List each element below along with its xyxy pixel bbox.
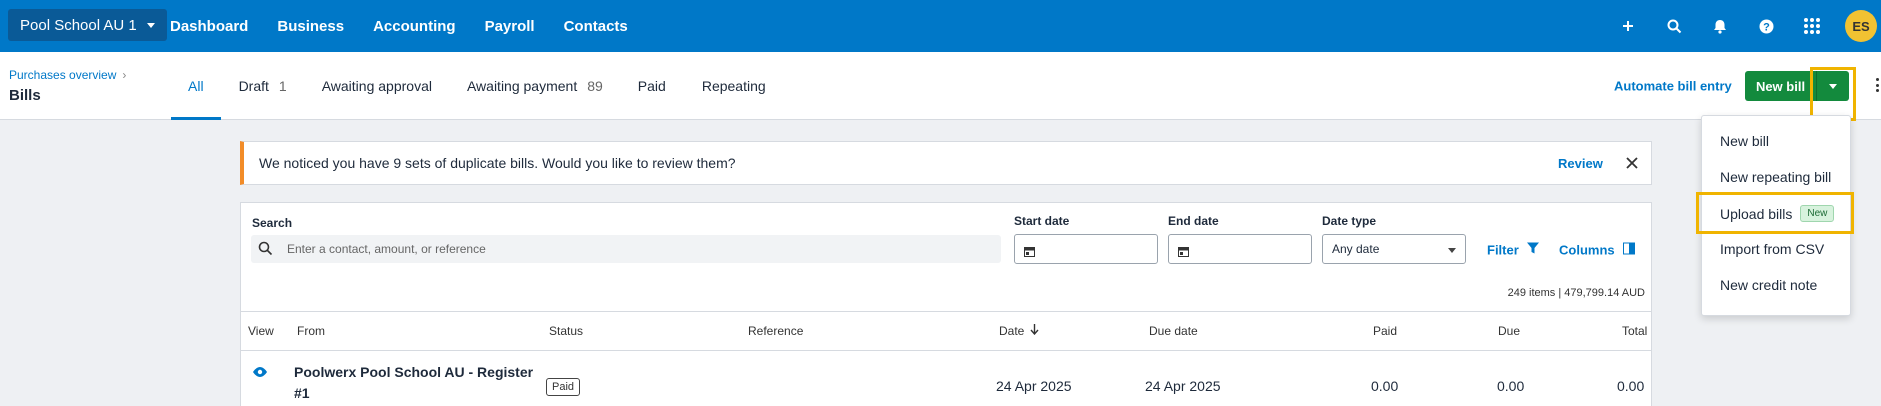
tab-label: Repeating <box>701 78 766 94</box>
tab-label: All <box>188 78 204 94</box>
column-header-paid[interactable]: Paid <box>1373 324 1397 338</box>
chevron-right-icon: › <box>122 68 127 82</box>
breadcrumb[interactable]: Purchases overview › <box>9 68 126 82</box>
column-header-date-label: Date <box>999 324 1025 338</box>
column-header-reference[interactable]: Reference <box>748 324 803 338</box>
bill-date: 24 Apr 2025 <box>996 378 1072 394</box>
bill-from[interactable]: Poolwerx Pool School AU - Register #1 <box>294 362 534 404</box>
tab-label: Awaiting approval <box>321 78 432 94</box>
nav-contacts[interactable]: Contacts <box>564 18 628 35</box>
tab-paid[interactable]: Paid <box>638 52 666 120</box>
columns-button[interactable]: Columns <box>1559 242 1635 258</box>
column-header-from[interactable]: From <box>297 324 325 338</box>
menu-item-new-credit-note[interactable]: New credit note <box>1720 277 1817 293</box>
bill-due: 0.00 <box>1497 378 1525 394</box>
avatar: ES <box>1845 10 1877 42</box>
split-button-highlight <box>1810 67 1856 121</box>
column-header-date[interactable]: Date <box>999 324 1039 338</box>
upload-bills-highlight <box>1696 192 1854 234</box>
tab-awaiting-approval[interactable]: Awaiting approval <box>322 52 432 120</box>
menu-item-new-bill[interactable]: New bill <box>1720 133 1769 149</box>
bill-tabs: All Draft 1 Awaiting approval Awaiting p… <box>171 52 766 120</box>
tab-label: Paid <box>637 78 666 94</box>
nav-dashboard[interactable]: Dashboard <box>170 18 248 35</box>
status-badge: Paid <box>546 378 581 396</box>
help-icon[interactable]: ? <box>1743 0 1789 52</box>
menu-item-new-repeating-bill[interactable]: New repeating bill <box>1720 169 1831 185</box>
items-summary: 249 items | 479,799.14 AUD <box>1507 287 1645 299</box>
nav-business[interactable]: Business <box>277 18 344 35</box>
main-nav: Dashboard Business Accounting Payroll Co… <box>170 0 657 52</box>
arrow-down-icon <box>1030 324 1039 338</box>
tab-count: 1 <box>278 78 287 94</box>
search-label: Search <box>252 216 293 230</box>
tab-count: 89 <box>587 78 603 94</box>
date-type-value: Any date <box>1332 242 1380 256</box>
chevron-down-icon <box>1448 248 1456 253</box>
menu-item-import-csv[interactable]: Import from CSV <box>1720 241 1824 257</box>
filter-button[interactable]: Filter <box>1487 242 1539 258</box>
page-title: Bills <box>9 87 41 104</box>
page-header: Purchases overview › Bills All Draft 1 Aw… <box>0 52 1881 120</box>
user-menu[interactable]: ES <box>1835 0 1881 52</box>
columns-icon <box>1622 242 1635 258</box>
end-date-input[interactable] <box>1168 234 1312 264</box>
banner-message: We noticed you have 9 sets of duplicate … <box>259 155 736 171</box>
new-bill-button[interactable]: New bill <box>1745 71 1816 101</box>
bill-due-date: 24 Apr 2025 <box>1145 378 1221 394</box>
bell-icon[interactable] <box>1697 0 1743 52</box>
app-grid-icon[interactable] <box>1789 0 1835 52</box>
close-icon[interactable] <box>1624 155 1640 171</box>
end-date-label: End date <box>1168 214 1219 228</box>
column-header-due[interactable]: Due <box>1498 324 1520 338</box>
more-options-icon[interactable] <box>1876 78 1879 92</box>
filter-label: Filter <box>1487 242 1519 258</box>
automate-bill-entry-link[interactable]: Automate bill entry <box>1614 79 1732 94</box>
search-icon <box>258 241 273 261</box>
calendar-icon <box>1024 244 1035 262</box>
nav-accounting[interactable]: Accounting <box>373 18 456 35</box>
columns-label: Columns <box>1559 242 1615 258</box>
tab-label: Awaiting payment <box>466 78 578 94</box>
eye-icon[interactable] <box>252 365 268 383</box>
top-navigation: Pool School AU 1 Dashboard Business Acco… <box>0 0 1881 52</box>
org-switcher[interactable]: Pool School AU 1 <box>8 9 167 41</box>
chevron-down-icon <box>146 22 155 28</box>
bill-total: 0.00 <box>1617 378 1645 394</box>
column-header-status[interactable]: Status <box>549 324 583 338</box>
calendar-icon <box>1178 244 1189 262</box>
date-type-select[interactable]: Any date <box>1322 234 1466 264</box>
nav-actions: ? ES <box>1605 0 1881 52</box>
svg-text:?: ? <box>1763 21 1770 33</box>
table-row[interactable]: Poolwerx Pool School AU - Register #1 Pa… <box>241 351 1651 406</box>
search-icon[interactable] <box>1651 0 1697 52</box>
tab-label: Draft <box>238 78 269 94</box>
table-header: View From Status Reference Date Due date… <box>241 311 1651 351</box>
column-header-due-date[interactable]: Due date <box>1149 324 1198 338</box>
search-input[interactable] <box>287 235 987 263</box>
column-header-total[interactable]: Total <box>1622 324 1647 338</box>
column-header-view: View <box>248 324 274 338</box>
funnel-icon <box>1526 242 1539 258</box>
tab-draft[interactable]: Draft 1 <box>239 52 287 120</box>
review-link[interactable]: Review <box>1558 156 1603 171</box>
date-type-label: Date type <box>1322 214 1377 228</box>
search-field[interactable] <box>251 235 1001 263</box>
tab-repeating[interactable]: Repeating <box>702 52 766 120</box>
bills-card: Search Start date End date Date type Any… <box>240 202 1652 406</box>
tab-awaiting-payment[interactable]: Awaiting payment 89 <box>467 52 603 120</box>
org-name: Pool School AU 1 <box>20 16 137 34</box>
start-date-input[interactable] <box>1014 234 1158 264</box>
plus-icon[interactable] <box>1605 0 1651 52</box>
nav-payroll[interactable]: Payroll <box>485 18 535 35</box>
start-date-label: Start date <box>1014 214 1070 228</box>
duplicate-bills-banner: We noticed you have 9 sets of duplicate … <box>240 141 1652 185</box>
breadcrumb-link[interactable]: Purchases overview <box>9 68 116 82</box>
tab-all[interactable]: All <box>171 52 220 120</box>
bill-paid: 0.00 <box>1371 378 1399 394</box>
